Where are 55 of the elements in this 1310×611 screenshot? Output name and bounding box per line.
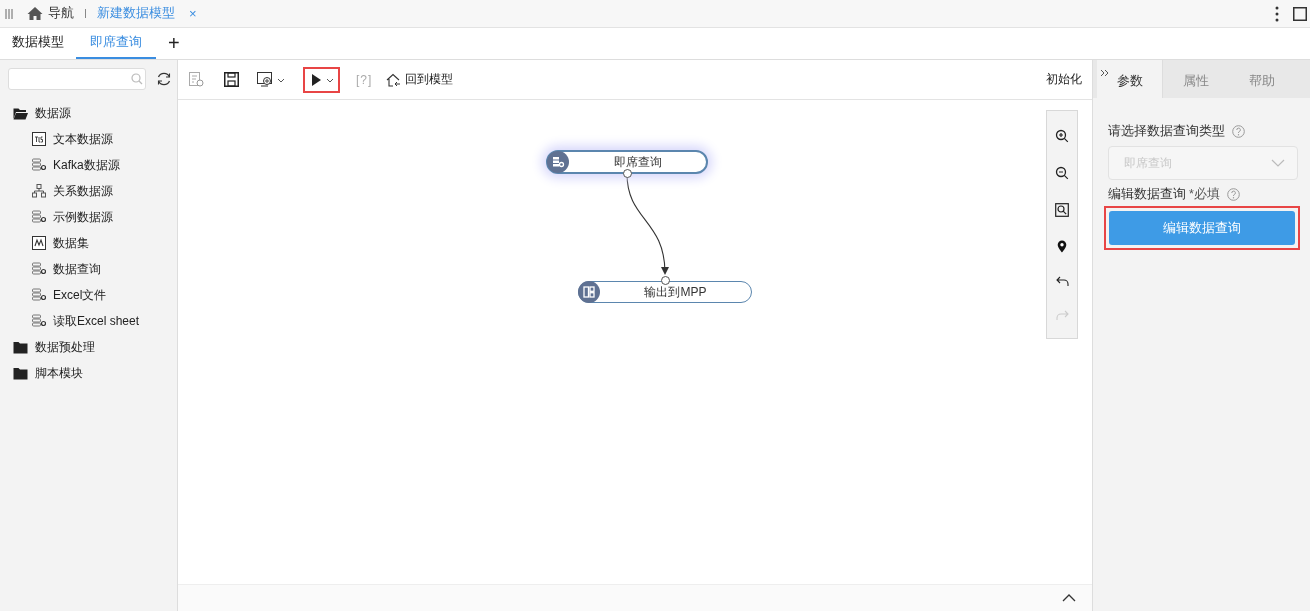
tree-item[interactable]: 读取Excel sheet [53,312,140,330]
location-pin-icon[interactable] [1057,239,1067,253]
add-tab-button[interactable]: + [168,28,180,59]
tree-item[interactable]: 数据源 [35,104,71,122]
zoom-out-icon[interactable] [1055,165,1069,180]
refresh-icon[interactable] [156,71,172,87]
database-icon [32,288,46,302]
tree-item[interactable]: 数据查询 [53,260,101,278]
search-field[interactable] [8,68,146,90]
monitor-gear-icon [257,72,272,87]
tab[interactable]: 参数 [1097,60,1163,98]
tab[interactable]: 数据模型 [0,28,76,59]
tree-item[interactable]: 脚本模块 [35,364,83,382]
home-return-icon [386,72,402,87]
tree-item[interactable]: 关系数据源 [53,182,113,200]
nav-link[interactable]: 导航 [27,5,74,22]
save-icon[interactable] [224,72,239,87]
hierarchy-icon [32,184,46,198]
flow-node[interactable]: 输出到MPP [578,281,752,303]
tree-item[interactable]: 示例数据源 [53,208,113,226]
field-label: 编辑数据查询 [1108,186,1186,203]
connection-port[interactable] [623,169,632,178]
connection-port[interactable] [661,276,670,285]
flow-node[interactable]: 即席查询 [546,150,708,174]
undo-icon[interactable] [1055,275,1069,287]
more-icon[interactable] [1275,5,1279,22]
maximize-icon[interactable] [1293,6,1307,21]
tree-item[interactable]: Kafka数据源 [53,156,120,174]
layout-icon [581,284,597,300]
search-icon [131,73,143,85]
caret-down-icon [277,78,285,83]
play-icon [312,73,321,86]
chart-icon [32,236,46,250]
caret-up-icon[interactable] [1062,594,1076,602]
tree-item[interactable]: 文本数据源 [53,130,113,148]
run-dropdown[interactable] [303,66,340,93]
text-file-icon [32,132,46,146]
zoom-in-icon[interactable] [1055,128,1069,143]
tree-item[interactable]: 数据集 [53,234,89,252]
report-icon[interactable] [189,72,204,87]
database-icon [32,210,46,224]
back-to-model-button[interactable]: 回到模型 [386,71,454,88]
database-icon [550,154,566,170]
initialize-button[interactable]: 初始化 [1046,71,1082,88]
required-note: *必填 [1189,186,1220,203]
database-icon [32,262,46,276]
tree-item[interactable]: 数据预处理 [35,338,95,356]
chevron-down-icon [1271,159,1285,167]
home-icon [27,6,43,21]
fit-view-icon[interactable] [1055,202,1069,217]
database-icon [32,314,46,328]
field-label: 请选择数据查询类型 [1108,123,1225,140]
tree-item[interactable]: Excel文件 [53,286,107,304]
caret-down-icon [326,78,334,83]
database-icon [32,158,46,172]
